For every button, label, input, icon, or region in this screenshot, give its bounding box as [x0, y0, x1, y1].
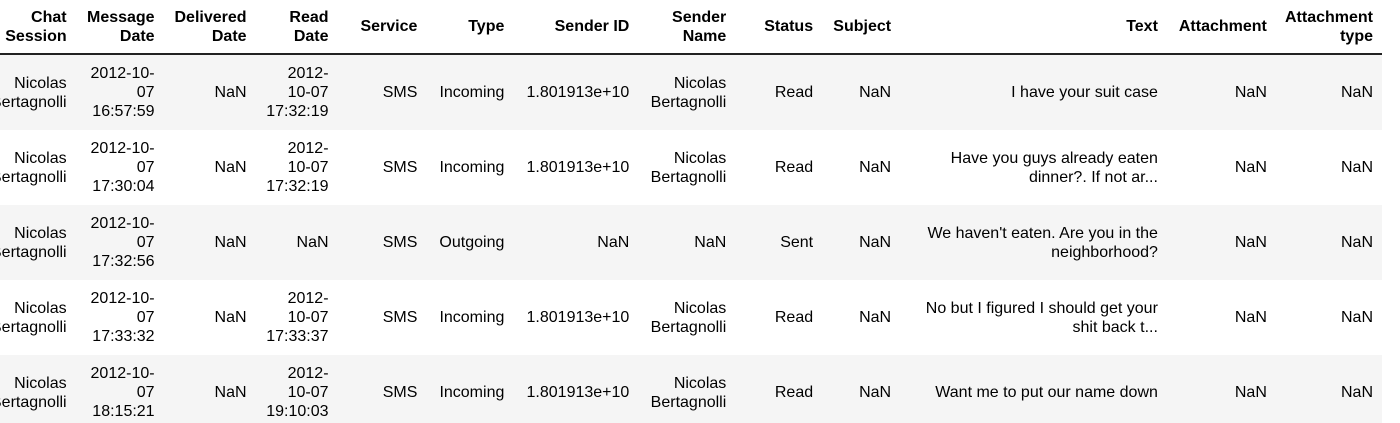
- header-text: Text: [900, 0, 1167, 55]
- cell-delivered-date: NaN: [163, 54, 256, 130]
- cell-sender-id: 1.801913e+10: [513, 54, 639, 130]
- cell-message-date: 2012-10-07 18:15:21: [75, 355, 164, 423]
- cell-status: Read: [735, 355, 823, 423]
- cell-attachment: NaN: [1166, 280, 1276, 355]
- cell-chat-session: Nicolas Bertagnolli: [0, 205, 76, 280]
- header-service: Service: [337, 0, 427, 55]
- table-header: Chat Session Message Date Delivered Date…: [0, 0, 1382, 55]
- cell-subject: NaN: [822, 54, 901, 130]
- cell-delivered-date: NaN: [163, 280, 256, 355]
- cell-subject: NaN: [822, 355, 901, 423]
- cell-attachment-type: NaN: [1275, 205, 1382, 280]
- table-row: Nicolas Bertagnolli 2012-10-07 17:32:56 …: [0, 205, 1382, 280]
- cell-delivered-date: NaN: [163, 130, 256, 205]
- header-attachment-type: Attachment type: [1275, 0, 1382, 55]
- cell-attachment-type: NaN: [1275, 280, 1382, 355]
- cell-sender-name: Nicolas Bertagnolli: [638, 54, 736, 130]
- messages-table: Chat Session Message Date Delivered Date…: [0, 0, 1382, 423]
- header-delivered-date: Delivered Date: [163, 0, 256, 55]
- cell-attachment: NaN: [1166, 130, 1276, 205]
- cell-attachment-type: NaN: [1275, 130, 1382, 205]
- cell-text: I have your suit case: [900, 54, 1167, 130]
- cell-service: SMS: [337, 130, 427, 205]
- cell-delivered-date: NaN: [163, 355, 256, 423]
- header-row: Chat Session Message Date Delivered Date…: [0, 0, 1382, 55]
- header-attachment: Attachment: [1166, 0, 1276, 55]
- cell-attachment: NaN: [1166, 355, 1276, 423]
- cell-text: No but I figured I should get your shit …: [900, 280, 1167, 355]
- cell-message-date: 2012-10-07 16:57:59: [75, 54, 164, 130]
- cell-subject: NaN: [822, 205, 901, 280]
- cell-chat-session: Nicolas Bertagnolli: [0, 355, 76, 423]
- header-type: Type: [426, 0, 514, 55]
- cell-delivered-date: NaN: [163, 205, 256, 280]
- cell-status: Read: [735, 54, 823, 130]
- cell-type: Incoming: [426, 355, 514, 423]
- cell-message-date: 2012-10-07 17:32:56: [75, 205, 164, 280]
- header-status: Status: [735, 0, 823, 55]
- cell-subject: NaN: [822, 280, 901, 355]
- cell-read-date: 2012-10-07 17:32:19: [255, 54, 338, 130]
- table-row: Nicolas Bertagnolli 2012-10-07 17:33:32 …: [0, 280, 1382, 355]
- cell-attachment-type: NaN: [1275, 355, 1382, 423]
- cell-attachment: NaN: [1166, 205, 1276, 280]
- cell-sender-id: 1.801913e+10: [513, 130, 639, 205]
- cell-sender-id: 1.801913e+10: [513, 280, 639, 355]
- cell-attachment: NaN: [1166, 54, 1276, 130]
- cell-read-date: 2012-10-07 17:32:19: [255, 130, 338, 205]
- cell-sender-id: 1.801913e+10: [513, 355, 639, 423]
- cell-sender-name: Nicolas Bertagnolli: [638, 130, 736, 205]
- cell-service: SMS: [337, 280, 427, 355]
- cell-type: Outgoing: [426, 205, 514, 280]
- cell-service: SMS: [337, 54, 427, 130]
- table-body: Nicolas Bertagnolli 2012-10-07 16:57:59 …: [0, 54, 1382, 423]
- cell-read-date: 2012-10-07 17:33:37: [255, 280, 338, 355]
- cell-status: Read: [735, 130, 823, 205]
- cell-text: Have you guys already eaten dinner?. If …: [900, 130, 1167, 205]
- header-message-date: Message Date: [75, 0, 164, 55]
- cell-read-date: 2012-10-07 19:10:03: [255, 355, 338, 423]
- cell-message-date: 2012-10-07 17:30:04: [75, 130, 164, 205]
- table-row: Nicolas Bertagnolli 2012-10-07 17:30:04 …: [0, 130, 1382, 205]
- header-chat-session: Chat Session: [0, 0, 76, 55]
- cell-attachment-type: NaN: [1275, 54, 1382, 130]
- header-read-date: Read Date: [255, 0, 338, 55]
- cell-type: Incoming: [426, 54, 514, 130]
- dataframe-view: Chat Session Message Date Delivered Date…: [0, 0, 1400, 423]
- cell-text: Want me to put our name down: [900, 355, 1167, 423]
- cell-read-date: NaN: [255, 205, 338, 280]
- cell-type: Incoming: [426, 130, 514, 205]
- cell-status: Sent: [735, 205, 823, 280]
- cell-sender-name: Nicolas Bertagnolli: [638, 355, 736, 423]
- header-sender-id: Sender ID: [513, 0, 639, 55]
- cell-chat-session: Nicolas Bertagnolli: [0, 130, 76, 205]
- cell-service: SMS: [337, 355, 427, 423]
- cell-message-date: 2012-10-07 17:33:32: [75, 280, 164, 355]
- cell-text: We haven't eaten. Are you in the neighbo…: [900, 205, 1167, 280]
- cell-type: Incoming: [426, 280, 514, 355]
- cell-sender-name: NaN: [638, 205, 736, 280]
- table-row: Nicolas Bertagnolli 2012-10-07 18:15:21 …: [0, 355, 1382, 423]
- cell-chat-session: Nicolas Bertagnolli: [0, 54, 76, 130]
- cell-status: Read: [735, 280, 823, 355]
- cell-sender-id: NaN: [513, 205, 639, 280]
- cell-sender-name: Nicolas Bertagnolli: [638, 280, 736, 355]
- cell-service: SMS: [337, 205, 427, 280]
- table-row: Nicolas Bertagnolli 2012-10-07 16:57:59 …: [0, 54, 1382, 130]
- cell-subject: NaN: [822, 130, 901, 205]
- header-sender-name: Sender Name: [638, 0, 736, 55]
- cell-chat-session: Nicolas Bertagnolli: [0, 280, 76, 355]
- header-subject: Subject: [822, 0, 901, 55]
